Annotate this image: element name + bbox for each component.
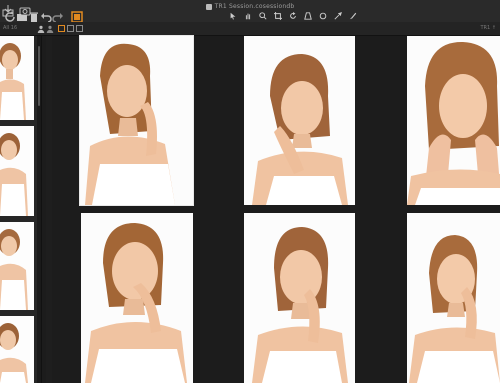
- photo-1[interactable]: [79, 35, 194, 206]
- window-title-text: TR1 Session.cosessiondb: [214, 3, 295, 10]
- thumb-3[interactable]: [0, 222, 34, 310]
- document-icon: [205, 3, 212, 10]
- photo-5[interactable]: [244, 213, 355, 383]
- filmstrip: [0, 36, 42, 383]
- photo-4[interactable]: [81, 213, 193, 383]
- viewer-gutter: [46, 36, 52, 383]
- photo-6[interactable]: [407, 213, 500, 383]
- cursor-tools: [229, 11, 357, 21]
- variant-label: TR1 ↑: [480, 25, 497, 31]
- undo-icon[interactable]: [40, 11, 52, 23]
- brush-icon[interactable]: [349, 12, 357, 20]
- redo-icon[interactable]: [52, 11, 63, 23]
- thumb-2[interactable]: [0, 126, 34, 216]
- photo-3[interactable]: [407, 36, 500, 205]
- refresh-icon[interactable]: [4, 11, 15, 22]
- compare-view-icon[interactable]: [76, 25, 83, 32]
- picker-icon[interactable]: [334, 12, 342, 20]
- browser-toolbar: All 16 TR1 ↑: [0, 22, 500, 36]
- single-view-icon[interactable]: [67, 25, 74, 32]
- window-title: TR1 Session.cosessiondb: [0, 3, 500, 10]
- pan-icon[interactable]: [244, 12, 252, 20]
- filmstrip-scroll-thumb[interactable]: [38, 46, 40, 106]
- zoom-icon[interactable]: [259, 12, 267, 20]
- keystone-icon[interactable]: [304, 12, 312, 20]
- folder-open-icon[interactable]: [16, 11, 27, 21]
- crop-icon[interactable]: [274, 12, 282, 20]
- thumb-4[interactable]: [0, 316, 34, 383]
- person-icon[interactable]: [37, 25, 45, 33]
- browser-icon[interactable]: [71, 11, 83, 23]
- rotate-icon[interactable]: [289, 12, 297, 20]
- photo-2[interactable]: [244, 36, 355, 205]
- trash-icon[interactable]: [28, 11, 38, 22]
- spot-icon[interactable]: [319, 12, 327, 20]
- thumb-1[interactable]: [0, 36, 34, 120]
- collection-count: All 16: [3, 25, 18, 31]
- title-bar: TR1 Session.cosessiondb: [0, 0, 500, 23]
- person-add-icon[interactable]: [46, 25, 54, 33]
- grid-view-icon[interactable]: [58, 25, 65, 32]
- select-icon[interactable]: [229, 12, 237, 20]
